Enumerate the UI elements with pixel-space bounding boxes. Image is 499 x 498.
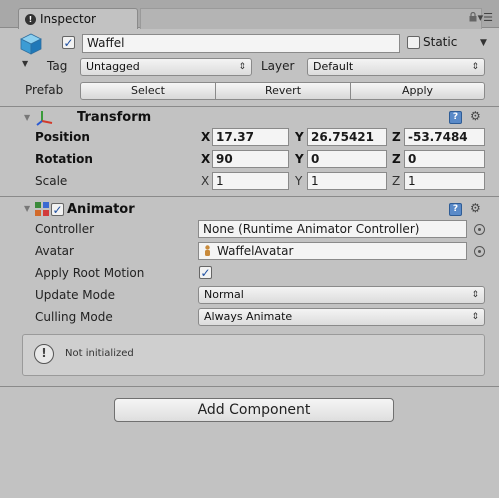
object-picker-icon[interactable] <box>474 246 485 257</box>
lock-icon[interactable] <box>469 11 477 25</box>
position-label: Position <box>35 130 90 144</box>
layer-dropdown[interactable]: Default ⇕ <box>307 58 485 76</box>
menu-icon[interactable]: ▾☰ <box>478 11 493 24</box>
prefab-label: Prefab <box>25 83 64 97</box>
rotation-label: Rotation <box>35 152 93 166</box>
static-checkbox[interactable] <box>407 36 420 49</box>
rotation-y-field[interactable]: 0 <box>307 150 387 168</box>
layer-value: Default <box>313 60 354 73</box>
tab-strip-empty <box>140 8 482 29</box>
update-mode-dropdown[interactable]: Normal ⇕ <box>198 286 485 304</box>
animator-icon <box>35 202 49 219</box>
static-dropdown-icon[interactable]: ▼ <box>480 38 487 48</box>
controller-label: Controller <box>35 222 95 236</box>
update-mode-value: Normal <box>204 288 244 301</box>
animator-enabled-checkbox[interactable] <box>51 203 64 216</box>
cube-icon <box>20 33 42 55</box>
tag-value: Untagged <box>86 60 140 73</box>
position-z-field[interactable]: -53.7484 <box>404 128 485 146</box>
transform-header[interactable] <box>0 108 499 128</box>
avatar-field[interactable]: WaffelAvatar <box>198 242 467 260</box>
updown-icon: ⇕ <box>471 312 479 322</box>
apply-root-motion-checkbox[interactable] <box>199 266 212 279</box>
help-icon[interactable]: ? <box>449 111 462 124</box>
info-circle-icon: ! <box>34 344 54 364</box>
tab-label: Inspector <box>40 12 96 26</box>
divider <box>0 386 499 387</box>
prefab-select-button[interactable]: Select <box>80 82 216 100</box>
gear-icon[interactable]: ⚙ <box>470 109 481 123</box>
notice-box: ! Not initialized <box>22 334 485 376</box>
updown-icon: ⇕ <box>471 290 479 300</box>
axis-z-label: Z <box>392 130 401 144</box>
divider <box>0 196 499 197</box>
position-x-field[interactable]: 17.37 <box>212 128 289 146</box>
culling-mode-label: Culling Mode <box>35 310 113 324</box>
culling-mode-dropdown[interactable]: Always Animate ⇕ <box>198 308 485 326</box>
tab-inspector[interactable]: ! Inspector <box>18 8 138 29</box>
controller-field[interactable]: None (Runtime Animator Controller) <box>198 220 467 238</box>
object-picker-icon[interactable] <box>474 224 485 235</box>
axis-z-label: Z <box>392 174 401 188</box>
avatar-icon <box>203 245 212 260</box>
static-label: Static <box>423 35 458 49</box>
apply-root-motion-label: Apply Root Motion <box>35 266 145 280</box>
foldout-icon[interactable]: ▼ <box>24 204 30 213</box>
axis-x-label: X <box>201 174 210 188</box>
scale-label: Scale <box>35 174 68 188</box>
tag-dropdown[interactable]: Untagged ⇕ <box>80 58 252 76</box>
tag-label: Tag <box>47 59 68 73</box>
culling-mode-value: Always Animate <box>204 310 293 323</box>
scale-y-field[interactable]: 1 <box>307 172 387 190</box>
info-icon: ! <box>25 13 36 25</box>
active-checkbox[interactable] <box>62 36 75 49</box>
help-icon[interactable]: ? <box>449 203 462 216</box>
axis-y-label: Y <box>295 152 304 166</box>
axis-z-label: Z <box>392 152 401 166</box>
position-y-field[interactable]: 26.75421 <box>307 128 387 146</box>
axis-x-label: X <box>201 152 211 166</box>
rotation-z-field[interactable]: 0 <box>404 150 485 168</box>
prefab-revert-button[interactable]: Revert <box>215 82 351 100</box>
notice-text: Not initialized <box>65 348 134 359</box>
foldout-icon[interactable]: ▼ <box>24 113 30 122</box>
updown-icon: ⇕ <box>471 62 479 72</box>
axis-y-label: Y <box>295 174 303 188</box>
axis-y-label: Y <box>295 130 304 144</box>
avatar-label: Avatar <box>35 244 74 258</box>
scale-x-field[interactable]: 1 <box>212 172 289 190</box>
transform-icon <box>36 109 54 130</box>
transform-title: Transform <box>77 110 152 125</box>
axis-x-label: X <box>201 130 211 144</box>
animator-title: Animator <box>67 202 135 217</box>
prefab-apply-button[interactable]: Apply <box>350 82 485 100</box>
updown-icon: ⇕ <box>238 62 246 72</box>
scale-z-field[interactable]: 1 <box>404 172 485 190</box>
add-component-button[interactable]: Add Component <box>114 398 394 422</box>
avatar-value: WaffelAvatar <box>217 244 294 258</box>
update-mode-label: Update Mode <box>35 288 115 302</box>
object-name-field[interactable]: Waffel <box>82 34 400 53</box>
chevron-down-icon[interactable]: ▼ <box>22 59 28 68</box>
gear-icon[interactable]: ⚙ <box>470 201 481 215</box>
layer-label: Layer <box>261 59 295 73</box>
rotation-x-field[interactable]: 90 <box>212 150 289 168</box>
divider <box>0 106 499 107</box>
